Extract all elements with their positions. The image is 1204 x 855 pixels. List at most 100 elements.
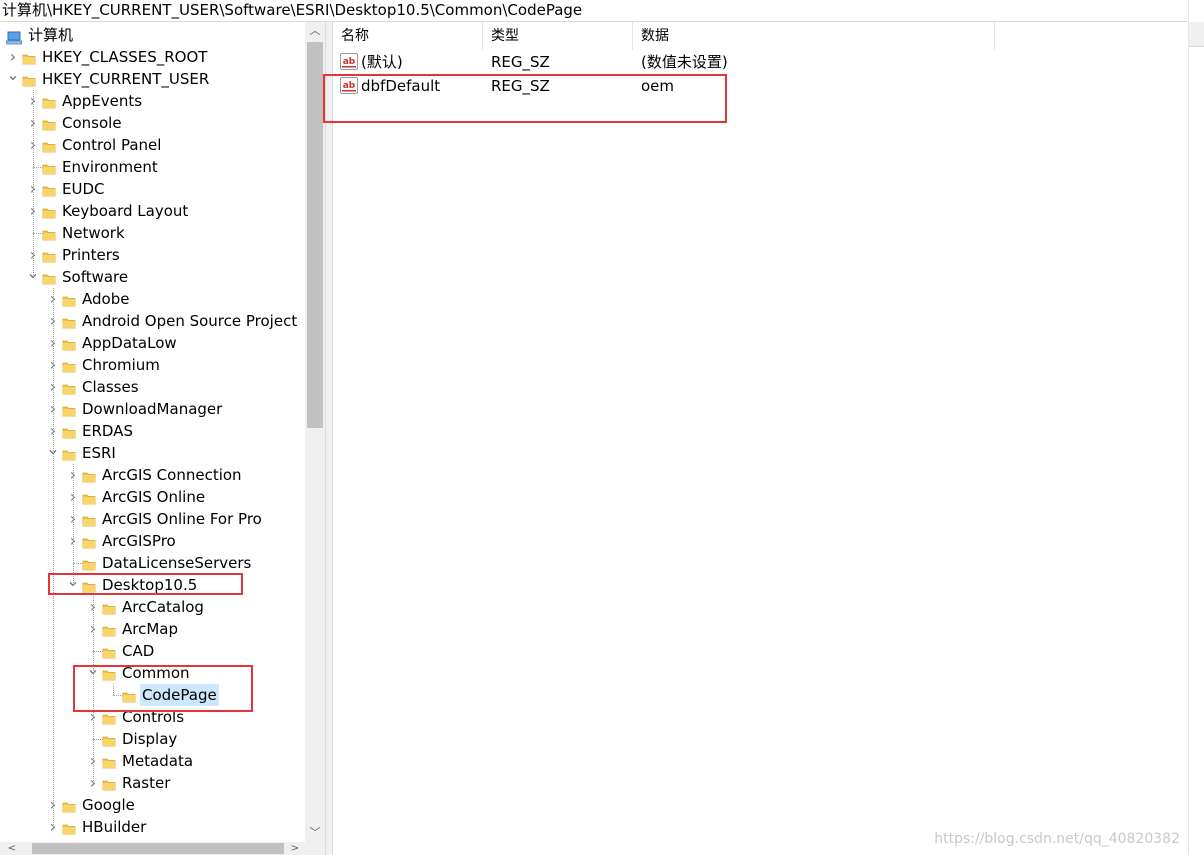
- tree-node[interactable]: › AppEvents: [0, 90, 305, 112]
- tree-node[interactable]: › HBuilder: [0, 816, 305, 838]
- folder-icon: [62, 798, 76, 813]
- tree-guide-line: [33, 90, 34, 277]
- tree-node[interactable]: › Raster: [0, 772, 305, 794]
- tree-node[interactable]: › DownloadManager: [0, 398, 305, 420]
- folder-icon: [62, 402, 76, 417]
- tree-node[interactable]: ⌄ ESRI: [0, 441, 305, 464]
- scroll-up-arrow-icon[interactable]: ︿: [305, 22, 325, 40]
- tree-node[interactable]: › ArcGIS Online: [0, 486, 305, 508]
- tree-node[interactable]: CAD: [0, 640, 305, 662]
- value-type: REG_SZ: [491, 53, 550, 71]
- tree-node[interactable]: › Keyboard Layout: [0, 200, 305, 222]
- vertical-scroll-thumb[interactable]: [307, 42, 323, 428]
- tree-node-label: ArcMap: [122, 620, 179, 638]
- tree-node[interactable]: › ArcGIS Connection: [0, 464, 305, 486]
- folder-icon: [82, 534, 96, 549]
- folder-icon: [42, 116, 56, 131]
- column-header-type[interactable]: 类型: [483, 22, 633, 50]
- tree-node-label: CAD: [122, 642, 155, 660]
- tree-guide-line: [73, 464, 74, 585]
- value-row[interactable]: ab (默认) REG_SZ (数值未设置): [333, 50, 995, 74]
- tree-node[interactable]: 计算机: [0, 24, 305, 46]
- tree-node[interactable]: › AppDataLow: [0, 332, 305, 354]
- pane-splitter[interactable]: [325, 22, 333, 855]
- tree-node[interactable]: › HKEY_CLASSES_ROOT: [0, 46, 305, 68]
- scroll-down-arrow-icon[interactable]: ﹀: [305, 824, 325, 842]
- tree-node-label: Software: [62, 268, 129, 286]
- tree-node-label: Display: [122, 730, 178, 748]
- tree-node[interactable]: › ArcCatalog: [0, 596, 305, 618]
- tree-node[interactable]: › Adobe: [0, 288, 305, 310]
- tree-node[interactable]: ⌄ Software: [0, 265, 305, 288]
- tree-node-label: Android Open Source Project: [82, 312, 298, 330]
- tree-horizontal-scrollbar[interactable]: < >: [0, 842, 305, 855]
- highlight-box-desktop105: [48, 573, 243, 595]
- tree-node[interactable]: › Console: [0, 112, 305, 134]
- tree-node[interactable]: › ArcGIS Online For Pro: [0, 508, 305, 530]
- address-bar[interactable]: 计算机\HKEY_CURRENT_USER\Software\ESRI\Desk…: [0, 0, 1192, 22]
- tree-node-label: DownloadManager: [82, 400, 223, 418]
- folder-icon: [82, 468, 96, 483]
- tree-node[interactable]: › ArcMap: [0, 618, 305, 640]
- tree-node-label: AppEvents: [62, 92, 143, 110]
- watermark: https://blog.csdn.net/qq_40820382: [934, 831, 1180, 847]
- folder-icon: [102, 710, 116, 725]
- chevron-down-icon[interactable]: ⌄: [6, 67, 20, 90]
- tree-node[interactable]: ⌄ HKEY_CURRENT_USER: [0, 67, 305, 90]
- tree-node[interactable]: › Android Open Source Project: [0, 310, 305, 332]
- tree-node[interactable]: Environment: [0, 156, 305, 178]
- tree-node-label: HBuilder: [82, 818, 147, 836]
- tree-node[interactable]: › EUDC: [0, 178, 305, 200]
- folder-icon: [42, 248, 56, 263]
- tree-node-label: HKEY_CLASSES_ROOT: [42, 48, 208, 66]
- svg-text:ab: ab: [343, 57, 356, 67]
- scrollbar-corner: [305, 842, 325, 855]
- highlight-box-dbfdefault: [323, 74, 727, 123]
- tree-node[interactable]: Network: [0, 222, 305, 244]
- values-list[interactable]: 名称 类型 数据 ab (默认) REG_SZ (数值未设置) ab dbfDefault…: [333, 22, 1188, 855]
- highlight-box-common-codepage: [73, 665, 253, 712]
- folder-icon: [102, 732, 116, 747]
- folder-icon: [62, 380, 76, 395]
- column-header-data[interactable]: 数据: [633, 22, 995, 50]
- folder-icon: [102, 776, 116, 791]
- tree-node-label: ArcGIS Online: [102, 488, 206, 506]
- folder-icon: [42, 204, 56, 219]
- tree-node-label: ArcGISPro: [102, 532, 176, 550]
- tree-node[interactable]: Display: [0, 728, 305, 750]
- tree-node-label: Chromium: [82, 356, 160, 374]
- folder-icon: [42, 160, 56, 175]
- folder-icon: [42, 182, 56, 197]
- tree-vertical-scrollbar[interactable]: ︿ ﹀: [305, 22, 325, 842]
- tree-node[interactable]: › Google: [0, 794, 305, 816]
- folder-icon: [62, 292, 76, 307]
- tree-node[interactable]: DataLicenseServers: [0, 552, 305, 574]
- horizontal-scroll-thumb[interactable]: [32, 843, 284, 854]
- folder-icon: [42, 94, 56, 109]
- tree-node-label: Printers: [62, 246, 120, 264]
- folder-icon: [102, 622, 116, 637]
- folder-icon: [62, 820, 76, 835]
- registry-tree[interactable]: 计算机 › HKEY_CLASSES_ROOT ⌄ HKEY_CURRENT_USER ›…: [0, 22, 305, 842]
- tree-node[interactable]: › Printers: [0, 244, 305, 266]
- folder-icon: [22, 72, 36, 87]
- tree-node[interactable]: › Control Panel: [0, 134, 305, 156]
- tree-node[interactable]: › Metadata: [0, 750, 305, 772]
- tree-node-label: ESRI: [82, 444, 116, 462]
- tree-node-label: Classes: [82, 378, 139, 396]
- tree-node-label: Adobe: [82, 290, 130, 308]
- folder-icon: [62, 314, 76, 329]
- tree-node-label: Keyboard Layout: [62, 202, 189, 220]
- scroll-left-arrow-icon[interactable]: <: [4, 842, 20, 855]
- tree-node-label: DataLicenseServers: [102, 554, 252, 572]
- tree-node[interactable]: › Classes: [0, 376, 305, 398]
- tree-node[interactable]: › ArcGISPro: [0, 530, 305, 552]
- scroll-right-arrow-icon[interactable]: >: [287, 842, 303, 855]
- column-header-name[interactable]: 名称: [333, 22, 483, 50]
- tree-node-label: AppDataLow: [82, 334, 177, 352]
- window-edge: [1188, 0, 1204, 855]
- string-value-icon: ab: [340, 53, 358, 70]
- tree-node-label: ArcGIS Connection: [102, 466, 242, 484]
- tree-node[interactable]: › Chromium: [0, 354, 305, 376]
- tree-node-label: ArcCatalog: [122, 598, 204, 616]
